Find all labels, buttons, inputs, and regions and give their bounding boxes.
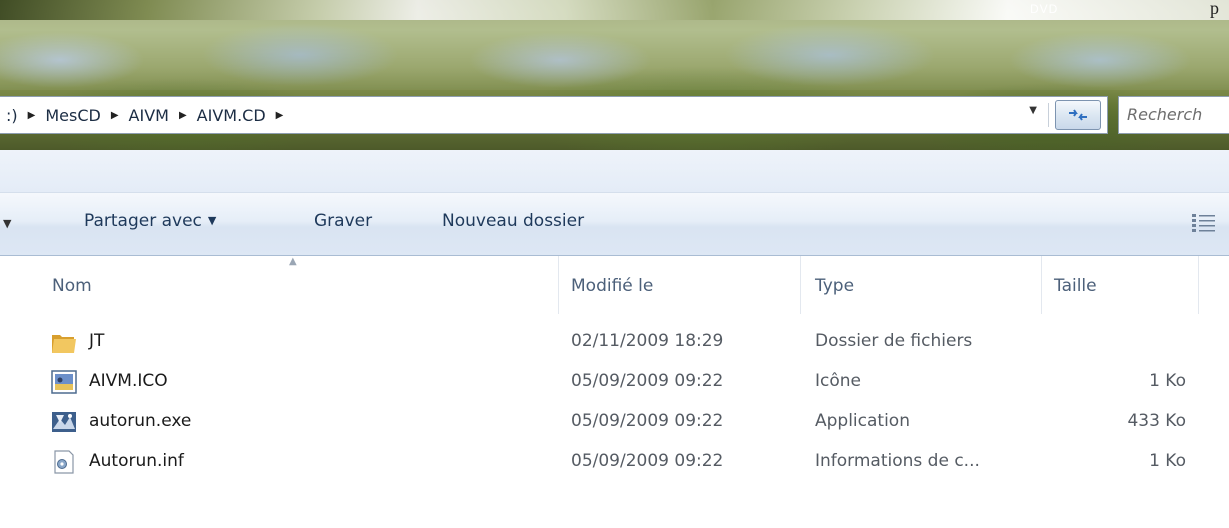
share-with-button[interactable]: Partager avec ▼ <box>84 211 216 231</box>
file-size: 1 Ko <box>1149 371 1186 391</box>
table-row[interactable]: autorun.exe 05/09/2009 09:22 Application… <box>0 403 1229 443</box>
image-file-icon <box>51 370 77 394</box>
column-header-type[interactable]: Type <box>815 276 854 296</box>
column-divider[interactable] <box>800 256 801 314</box>
command-toolbar: ▼ Partager avec ▼ Graver Nouveau dossier <box>0 193 1229 256</box>
breadcrumb-item-aivm-cd[interactable]: AIVM.CD <box>197 106 266 125</box>
new-folder-label: Nouveau dossier <box>442 211 585 231</box>
column-header-modified[interactable]: Modifié le <box>571 276 653 296</box>
file-name: autorun.exe <box>89 411 192 431</box>
file-modified: 05/09/2009 09:22 <box>571 371 724 391</box>
file-type: Informations de c... <box>815 451 980 471</box>
search-input[interactable]: Recherch <box>1118 96 1229 134</box>
file-name: JT <box>89 331 105 351</box>
breadcrumb-arrow-icon[interactable]: ▶ <box>28 110 36 121</box>
file-modified: 02/11/2009 18:29 <box>571 331 724 351</box>
dvd-tag: DVD <box>1030 2 1059 16</box>
breadcrumb-arrow-icon[interactable]: ▶ <box>111 110 119 121</box>
menu-band <box>0 150 1229 193</box>
chevron-down-icon: ▼ <box>207 214 217 227</box>
view-options-icon[interactable] <box>1191 213 1217 233</box>
application-icon <box>52 412 76 432</box>
glass-sheen <box>0 20 1229 90</box>
breadcrumb-item-mescd[interactable]: MesCD <box>45 106 100 125</box>
organize-dropdown-icon[interactable]: ▼ <box>3 217 11 230</box>
file-type: Application <box>815 411 910 431</box>
address-divider <box>1048 103 1049 127</box>
column-header-name[interactable]: Nom <box>52 276 92 296</box>
column-divider[interactable] <box>558 256 559 314</box>
corner-glyph: p <box>1210 0 1219 18</box>
refresh-icon <box>1069 109 1087 121</box>
file-modified: 05/09/2009 09:22 <box>571 411 724 431</box>
share-with-label: Partager avec <box>84 211 202 231</box>
settings-file-icon <box>54 450 74 474</box>
breadcrumb: :) ▶ MesCD ▶ AIVM ▶ AIVM.CD ▶ <box>0 106 293 125</box>
table-row[interactable]: Autorun.inf 05/09/2009 09:22 Information… <box>0 443 1229 483</box>
file-list: ▲ Nom Modifié le Type Taille JT 02/11/20… <box>0 256 1229 528</box>
table-row[interactable]: AIVM.ICO 05/09/2009 09:22 Icône 1 Ko <box>0 363 1229 403</box>
breadcrumb-drive[interactable]: :) <box>6 106 18 125</box>
file-type: Icône <box>815 371 861 391</box>
column-header-size[interactable]: Taille <box>1054 276 1097 296</box>
column-divider[interactable] <box>1198 256 1199 314</box>
file-size: 433 Ko <box>1127 411 1186 431</box>
sort-ascending-icon: ▲ <box>289 256 297 267</box>
file-size: 1 Ko <box>1149 451 1186 471</box>
burn-button[interactable]: Graver <box>314 211 372 231</box>
file-modified: 05/09/2009 09:22 <box>571 451 724 471</box>
table-row[interactable]: JT 02/11/2009 18:29 Dossier de fichiers <box>0 323 1229 363</box>
address-history-dropdown-icon[interactable]: ▼ <box>1029 105 1037 116</box>
folder-icon <box>52 335 76 353</box>
burn-label: Graver <box>314 211 373 231</box>
column-divider[interactable] <box>1041 256 1042 314</box>
file-name: Autorun.inf <box>89 451 184 471</box>
new-folder-button[interactable]: Nouveau dossier <box>442 211 584 231</box>
breadcrumb-arrow-icon[interactable]: ▶ <box>179 110 187 121</box>
breadcrumb-item-aivm[interactable]: AIVM <box>129 106 169 125</box>
breadcrumb-arrow-icon[interactable]: ▶ <box>276 110 284 121</box>
file-name: AIVM.ICO <box>89 371 168 391</box>
file-type: Dossier de fichiers <box>815 331 973 351</box>
address-bar[interactable]: :) ▶ MesCD ▶ AIVM ▶ AIVM.CD ▶ ▼ <box>0 96 1108 134</box>
refresh-button[interactable] <box>1055 100 1101 130</box>
